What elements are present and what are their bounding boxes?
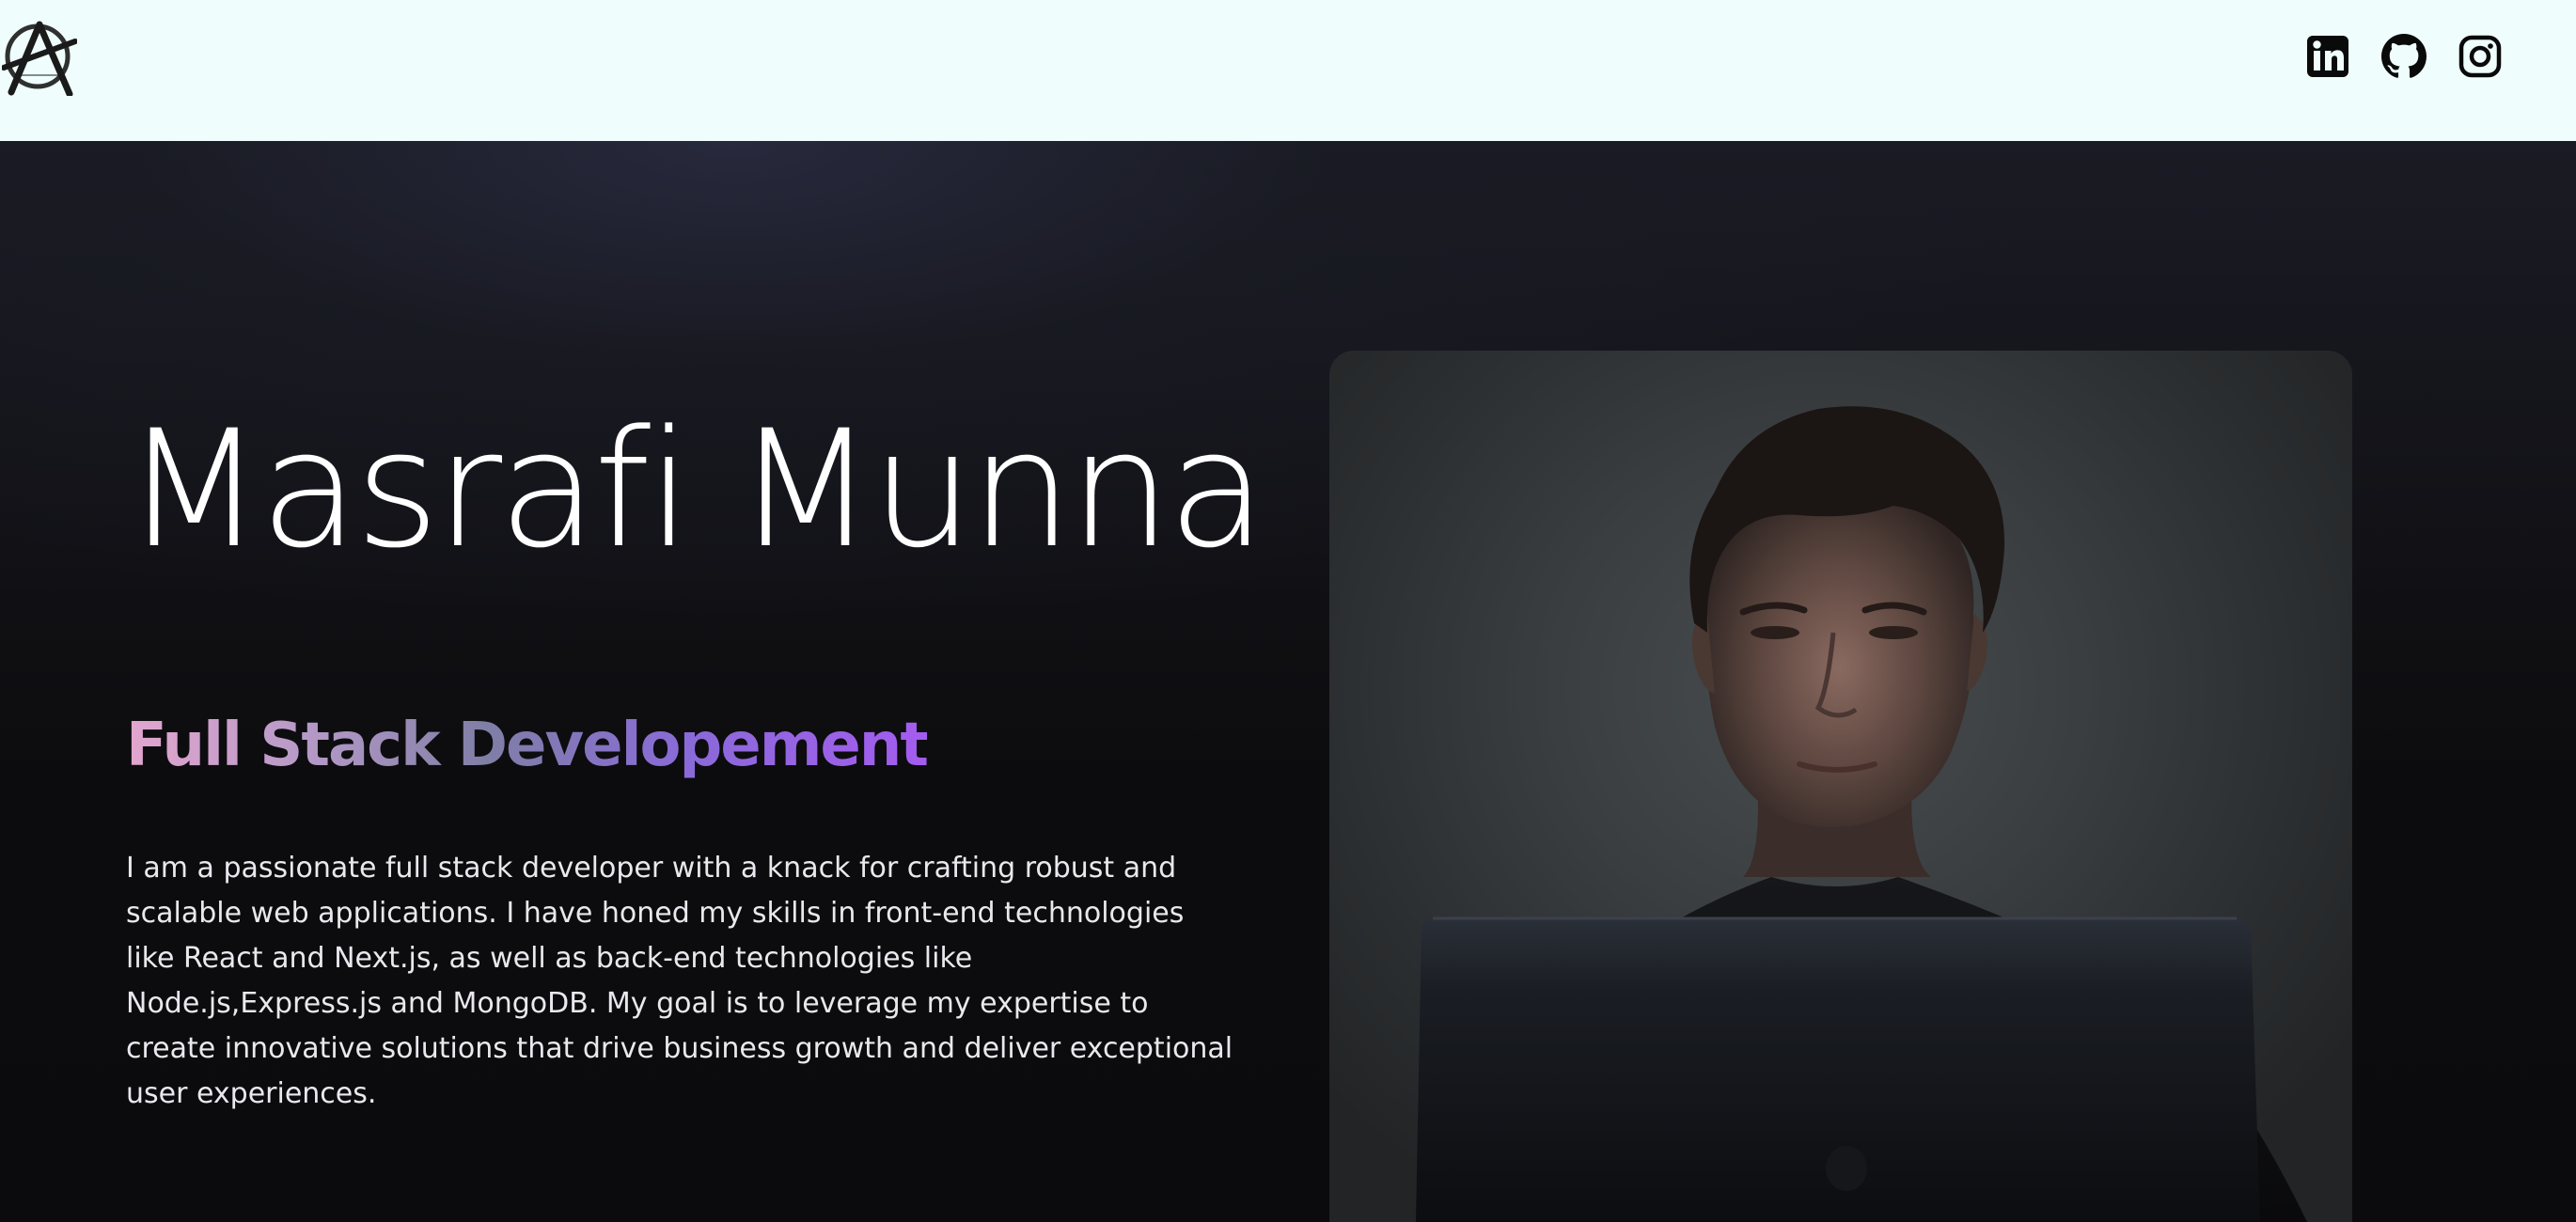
linkedin-icon[interactable]: [2305, 34, 2350, 79]
portrait-photo: [1329, 351, 2352, 1222]
instagram-icon[interactable]: [2458, 34, 2503, 79]
site-header: [0, 0, 2576, 141]
hero-name: Masrafi Munna: [124, 395, 1266, 584]
hero-role: Full Stack Developement: [126, 711, 929, 780]
github-icon[interactable]: [2381, 34, 2427, 79]
logo-icon[interactable]: [1, 19, 78, 98]
hero-section: Masrafi Munna Full Stack Developement I …: [0, 141, 2576, 1222]
hero-bio: I am a passionate full stack developer w…: [126, 852, 1233, 1110]
